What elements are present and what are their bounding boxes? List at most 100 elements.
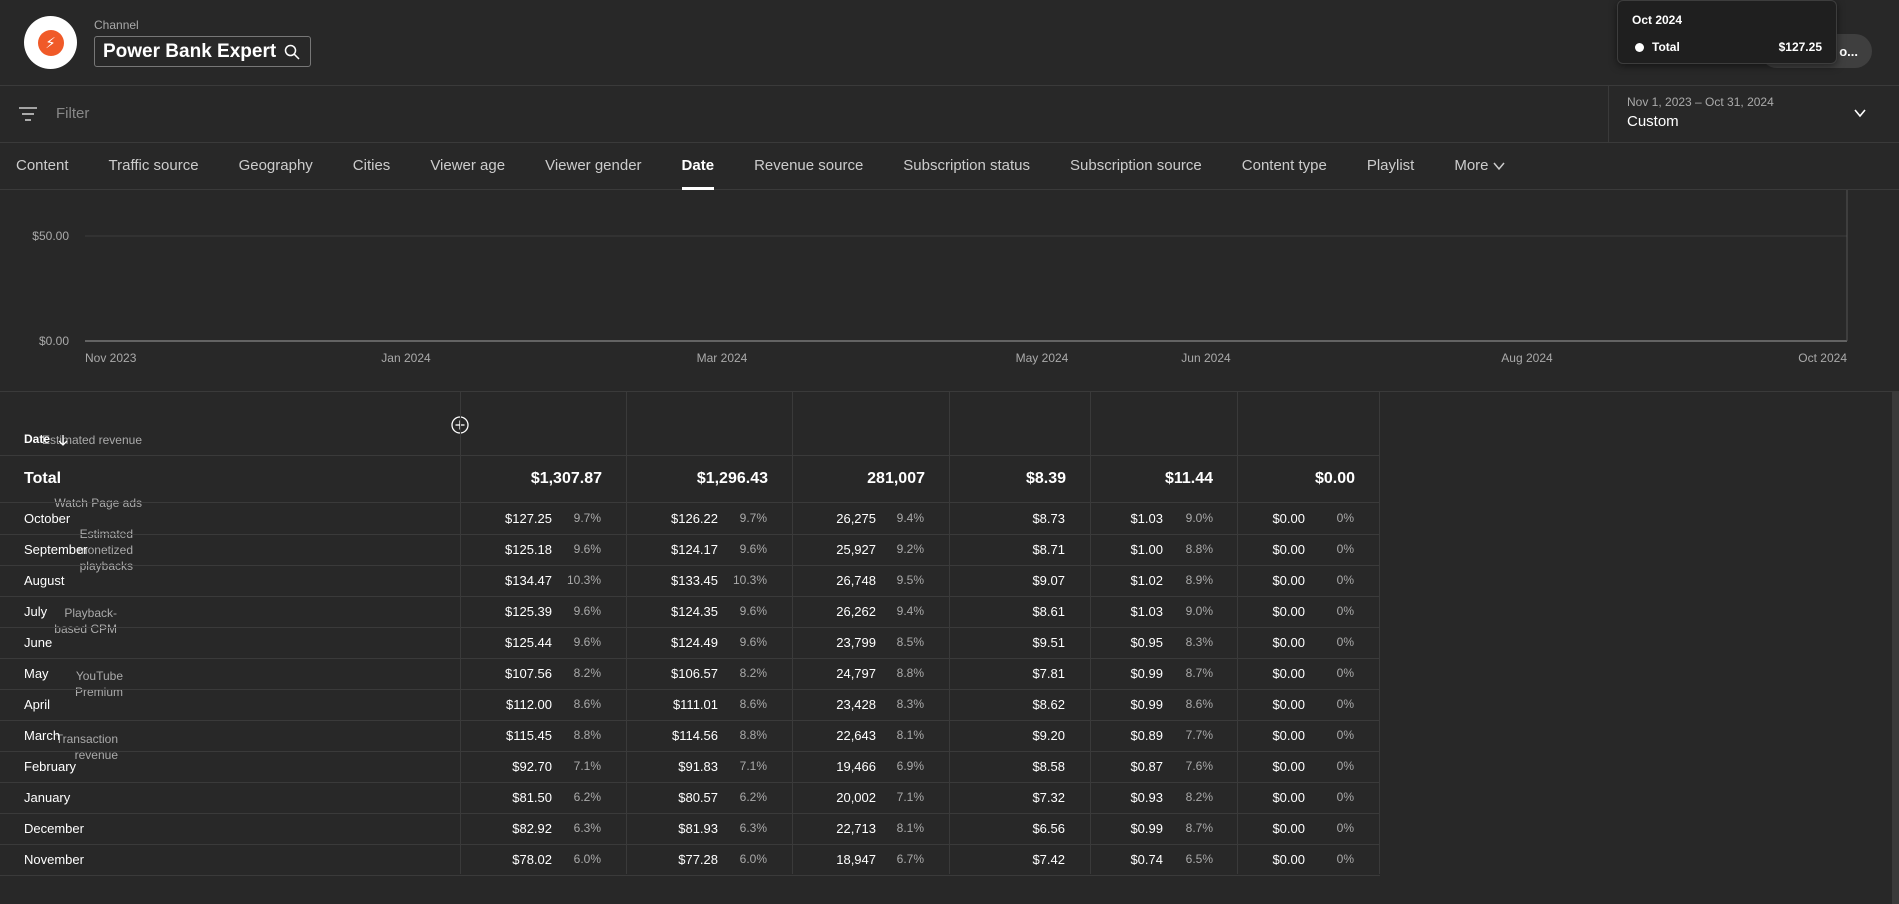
row-date-label[interactable]: December xyxy=(24,813,84,844)
search-icon xyxy=(284,44,300,60)
cell-value: 20,002 xyxy=(836,790,876,805)
row-date-label[interactable]: January xyxy=(24,782,70,813)
cell-percent: 0% xyxy=(1336,573,1354,587)
tab-viewer-age[interactable]: Viewer age xyxy=(410,143,525,190)
cell-value: $6.56 xyxy=(1032,821,1065,836)
cell-percent: 6.3% xyxy=(573,821,601,835)
cell-value: $0.00 xyxy=(1272,542,1305,557)
cell-value: $0.00 xyxy=(1272,573,1305,588)
tab-label: Cities xyxy=(352,157,391,174)
cell-percent: 6.0% xyxy=(573,852,601,866)
cell-value: $0.00 xyxy=(1272,511,1305,526)
column-header[interactable]: Watch Page ads xyxy=(0,455,142,518)
cell-percent: 9.4% xyxy=(896,511,924,525)
row-date-label[interactable]: February xyxy=(24,751,76,782)
cell-value: $0.00 xyxy=(1272,666,1305,681)
cell-percent: 0% xyxy=(1336,790,1354,804)
column-header-date[interactable]: Date xyxy=(24,432,68,446)
row-date-label[interactable]: June xyxy=(24,627,52,658)
cell-value: $106.57 xyxy=(671,666,718,681)
total-value: $1,296.43 xyxy=(696,470,768,487)
total-label: Total xyxy=(24,470,62,487)
date-range-picker[interactable]: Nov 1, 2023 – Oct 31, 2024 Custom xyxy=(1608,86,1899,143)
column-header[interactable]: YouTube Premium xyxy=(0,644,123,707)
tab-content[interactable]: Content xyxy=(0,143,89,190)
tab-traffic-source[interactable]: Traffic source xyxy=(89,143,219,190)
cell-value: $8.58 xyxy=(1032,759,1065,774)
dimension-tabs: Content Traffic source Geography Cities View… xyxy=(0,143,1899,190)
date-range-text: Nov 1, 2023 – Oct 31, 2024 xyxy=(1627,95,1774,109)
column-divider xyxy=(626,392,627,874)
cell-percent: 9.7% xyxy=(573,511,601,525)
tab-subscription-status[interactable]: Subscription status xyxy=(883,143,1050,190)
cell-value: $125.44 xyxy=(505,635,552,650)
tooltip-series-label: Total xyxy=(1652,40,1680,54)
cell-percent: 9.0% xyxy=(1185,511,1213,525)
cell-percent: 8.2% xyxy=(739,666,767,680)
column-header-line: Playback- xyxy=(64,606,117,620)
cell-value: $125.18 xyxy=(505,542,552,557)
cell-percent: 7.1% xyxy=(739,759,767,773)
cell-value: $0.00 xyxy=(1272,604,1305,619)
tab-cities[interactable]: Cities xyxy=(333,143,411,190)
y-tick-label: $0.00 xyxy=(39,334,69,348)
row-date-label[interactable]: September xyxy=(24,534,88,565)
filter-input[interactable]: Filter xyxy=(56,105,89,122)
total-value: $11.44 xyxy=(1164,470,1213,487)
column-header-text: Playback-based CPM xyxy=(54,605,117,637)
channel-selector[interactable]: Power Bank Expert xyxy=(94,36,312,67)
tab-content-type[interactable]: Content type xyxy=(1222,143,1347,190)
tooltip-title: Oct 2024 xyxy=(1632,13,1683,27)
cell-percent: 6.2% xyxy=(739,790,767,804)
column-header-line: based CPM xyxy=(54,622,117,636)
cell-percent: 0% xyxy=(1336,697,1354,711)
tab-geography[interactable]: Geography xyxy=(219,143,333,190)
tab-subscription-source[interactable]: Subscription source xyxy=(1050,143,1222,190)
cell-percent: 0% xyxy=(1336,821,1354,835)
x-tick-label: Jan 2024 xyxy=(381,351,431,365)
total-value: $1,307.87 xyxy=(530,470,602,487)
row-date-label[interactable]: April xyxy=(24,689,50,720)
date-header-label: Date xyxy=(24,432,51,446)
row-date-label[interactable]: August xyxy=(24,565,64,596)
cell-value: $0.99 xyxy=(1130,697,1163,712)
cell-percent: 6.5% xyxy=(1185,852,1213,866)
cell-percent: 0% xyxy=(1336,728,1354,742)
cell-value: 24,797 xyxy=(836,666,876,681)
row-date-label[interactable]: May xyxy=(24,658,49,689)
cell-value: $115.45 xyxy=(505,728,552,743)
tab-label: Date xyxy=(681,157,715,174)
tab-playlist[interactable]: Playlist xyxy=(1347,143,1435,190)
column-divider xyxy=(949,392,950,874)
cell-percent: 7.7% xyxy=(1185,728,1213,742)
tab-date[interactable]: Date xyxy=(662,143,735,190)
filter-icon[interactable] xyxy=(18,106,38,122)
table-scrollbar[interactable] xyxy=(1892,391,1899,904)
channel-avatar[interactable]: ⚡ xyxy=(24,16,77,69)
chevron-down-icon xyxy=(1854,109,1866,118)
tab-viewer-gender[interactable]: Viewer gender xyxy=(525,143,661,190)
cell-value: $0.74 xyxy=(1130,852,1163,867)
x-tick-label: Jun 2024 xyxy=(1181,351,1231,365)
tab-label: Revenue source xyxy=(754,157,864,174)
cell-percent: 9.2% xyxy=(896,542,924,556)
tab-revenue-source[interactable]: Revenue source xyxy=(734,143,883,190)
filter-bar: Filter Nov 1, 2023 – Oct 31, 2024 Custom xyxy=(0,86,1899,143)
tab-label: Playlist xyxy=(1366,157,1415,174)
cell-value: $8.71 xyxy=(1032,542,1065,557)
total-value: 281,007 xyxy=(867,470,925,487)
row-date-label[interactable]: July xyxy=(24,596,47,627)
cell-value: $0.00 xyxy=(1272,728,1305,743)
cell-value: $7.81 xyxy=(1032,666,1065,681)
row-date-label[interactable]: October xyxy=(24,503,70,534)
cell-value: 18,947 xyxy=(836,852,876,867)
cell-percent: 0% xyxy=(1336,511,1354,525)
cell-percent: 6.0% xyxy=(739,852,767,866)
tab-label: Subscription source xyxy=(1070,157,1202,174)
column-header-line: Transaction xyxy=(55,732,118,746)
row-date-label[interactable]: March xyxy=(24,720,60,751)
tab-more[interactable]: More xyxy=(1434,143,1524,190)
cell-value: 22,643 xyxy=(836,728,876,743)
x-tick-label: Nov 2023 xyxy=(85,351,137,365)
row-date-label[interactable]: November xyxy=(24,844,84,875)
